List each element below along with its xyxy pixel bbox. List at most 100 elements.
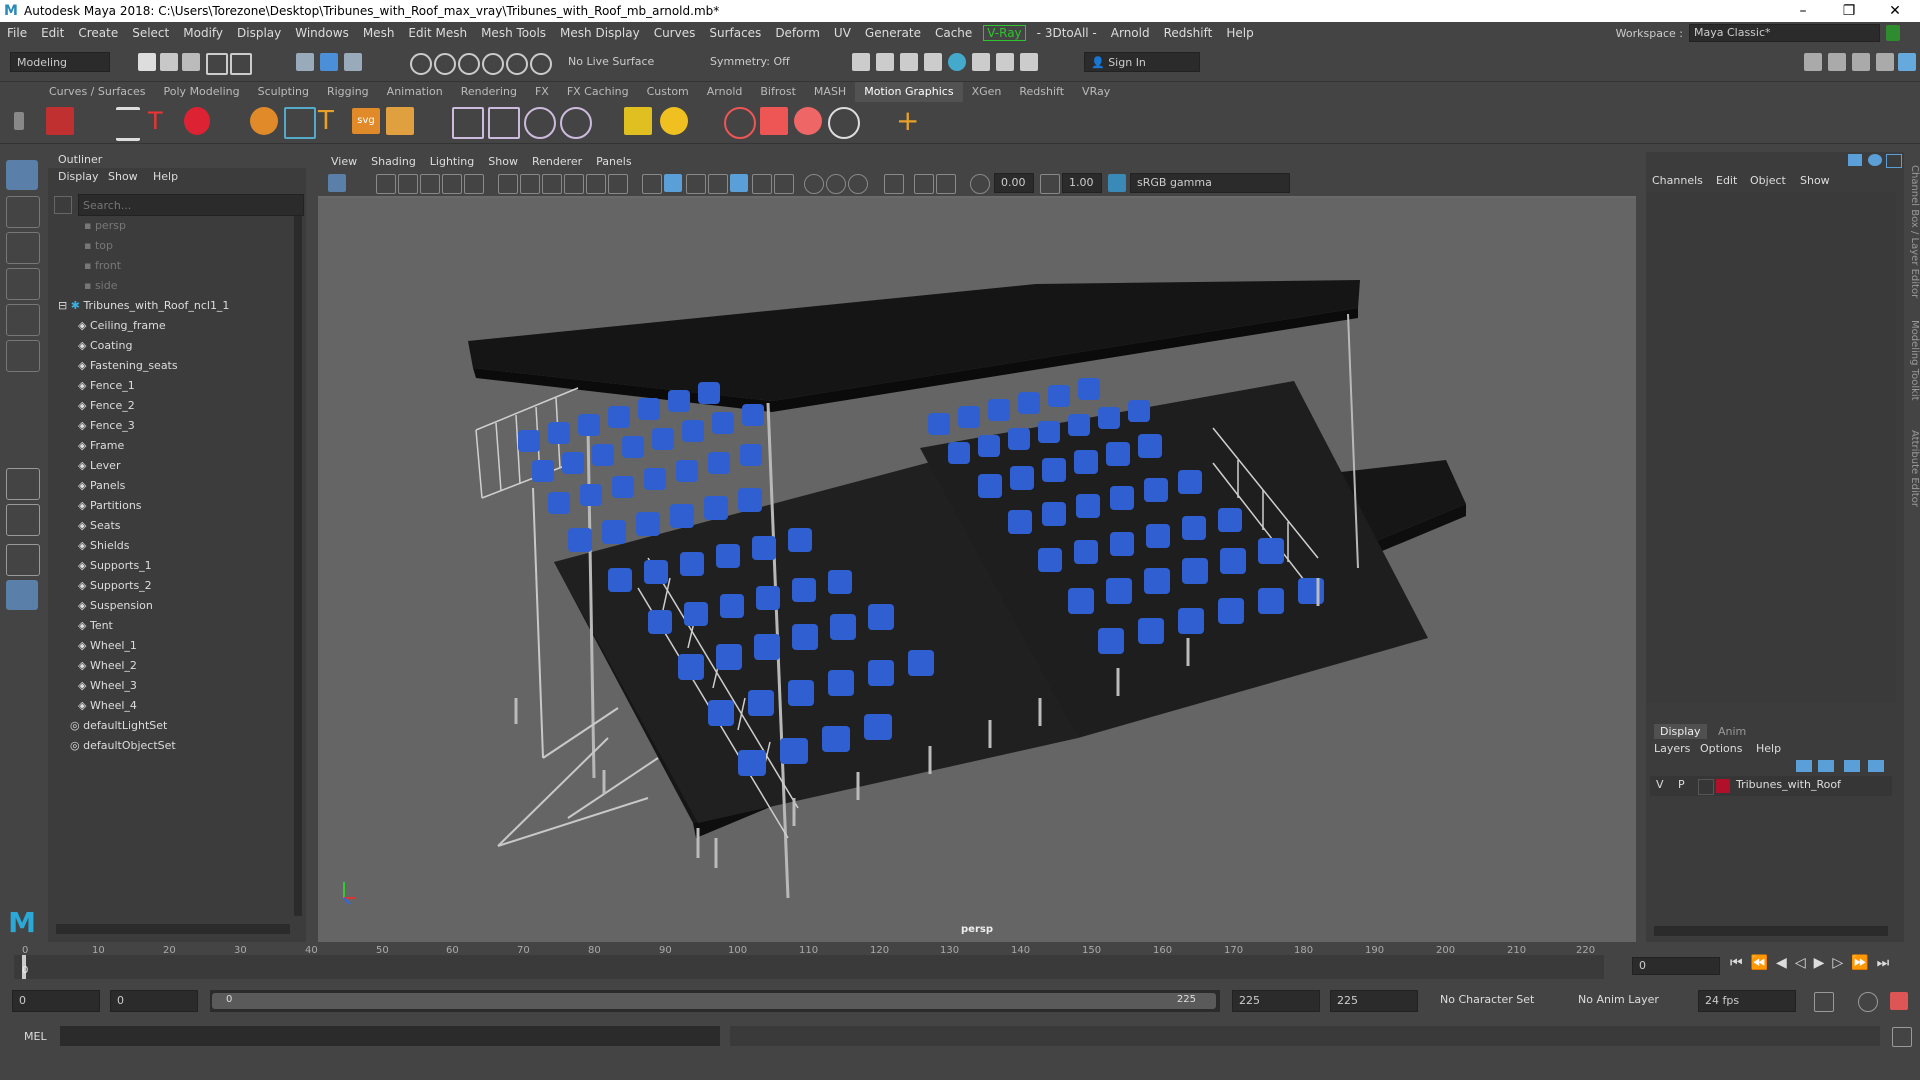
range-bar[interactable]: 0 225	[210, 990, 1220, 1012]
move-layer-up-icon[interactable]	[1796, 760, 1812, 772]
shelf-tab-bifrost[interactable]: Bifrost	[751, 82, 805, 102]
playback-end-field[interactable]: 225	[1232, 990, 1320, 1012]
select-component-icon[interactable]	[344, 53, 362, 71]
outliner-camera-top[interactable]: ▪ top	[48, 236, 324, 256]
vray-ipr-icon[interactable]	[996, 53, 1014, 71]
outliner-menu-help[interactable]: Help	[153, 170, 178, 183]
snap-grid-icon[interactable]	[410, 53, 432, 75]
snap-surface-icon[interactable]	[506, 53, 528, 75]
save-scene-icon[interactable]	[182, 53, 200, 71]
menu-arnold[interactable]: Arnold	[1104, 26, 1157, 40]
layer-menu-help[interactable]: Help	[1756, 742, 1781, 755]
isolate-select-icon[interactable]	[848, 174, 868, 194]
list-item[interactable]: ◈ Fence_2	[48, 396, 318, 416]
start-time-field[interactable]: 0	[12, 990, 100, 1012]
explode-icon[interactable]	[828, 107, 860, 139]
gamma-icon[interactable]	[1040, 174, 1060, 194]
outliner-camera-persp[interactable]: ▪ persp	[48, 216, 324, 236]
list-item[interactable]: ◈ Frame	[48, 436, 318, 456]
side-tab-modeling-toolkit[interactable]: Modeling Toolkit	[1904, 320, 1920, 420]
menu-redshift[interactable]: Redshift	[1157, 26, 1220, 40]
anim-layer-dropdown[interactable]: No Anim Layer	[1578, 993, 1659, 1006]
viewport-3d-canvas[interactable]: persp	[318, 198, 1636, 942]
help-icon[interactable]	[1868, 154, 1882, 166]
go-to-start-icon[interactable]: ⏮	[1730, 955, 1751, 971]
colorspace-dropdown[interactable]: sRGB gamma	[1130, 173, 1290, 193]
close-button[interactable]: ✕	[1872, 0, 1918, 22]
field-chart-icon[interactable]	[586, 174, 606, 194]
collapse-icon[interactable]: ⊟	[58, 299, 71, 312]
viewport-menu-show[interactable]: Show	[481, 155, 525, 168]
mel-label[interactable]: MEL	[24, 1030, 47, 1043]
expand-icon[interactable]	[1886, 154, 1902, 168]
resolution-gate-icon[interactable]	[542, 174, 562, 194]
render-view-icon[interactable]	[852, 53, 870, 71]
shelf-tab-mash[interactable]: MASH	[805, 82, 855, 102]
menu-surfaces[interactable]: Surfaces	[702, 26, 768, 40]
character-set-dropdown[interactable]: No Character Set	[1440, 993, 1534, 1006]
motion-blur-icon[interactable]	[884, 174, 904, 194]
snap-view-icon[interactable]	[482, 53, 504, 75]
new-scene-icon[interactable]	[138, 53, 156, 71]
viewport-menu-renderer[interactable]: Renderer	[525, 155, 589, 168]
channel-menu-edit[interactable]: Edit	[1716, 174, 1737, 187]
list-item[interactable]: ◈ Wheel_2	[48, 656, 318, 676]
layer-visibility-toggle[interactable]: V	[1656, 778, 1664, 791]
open-scene-icon[interactable]	[160, 53, 178, 71]
list-item[interactable]: ◈ Coating	[48, 336, 318, 356]
depth-of-field-icon[interactable]	[936, 174, 956, 194]
auto-key-icon[interactable]	[1858, 992, 1878, 1012]
rotate-tool-icon[interactable]	[6, 304, 40, 336]
snap-point-icon[interactable]	[458, 53, 480, 75]
film-gate-icon[interactable]	[520, 174, 540, 194]
shelf-tab-rigging[interactable]: Rigging	[318, 82, 378, 102]
shelf-tab-custom[interactable]: Custom	[638, 82, 698, 102]
new-layer-icon[interactable]	[1844, 760, 1860, 772]
list-item[interactable]: ◈ Shields	[48, 536, 318, 556]
xray-icon[interactable]	[804, 174, 824, 194]
lock-icon[interactable]	[1886, 25, 1900, 41]
single-view-icon[interactable]	[6, 468, 40, 500]
list-item[interactable]: ◈ Partitions	[48, 496, 318, 516]
exposure-field[interactable]: 0.00	[994, 173, 1034, 193]
dynamics-icon[interactable]	[794, 107, 822, 135]
shelf-tab-poly[interactable]: Poly Modeling	[155, 82, 249, 102]
snap-vertex-icon[interactable]	[530, 53, 552, 75]
tool-settings-icon[interactable]	[1852, 53, 1870, 71]
command-input[interactable]	[60, 1026, 720, 1046]
menu-generate[interactable]: Generate	[858, 26, 928, 40]
snap-curve-icon[interactable]	[434, 53, 456, 75]
list-item[interactable]: ◈ Supports_2	[48, 576, 318, 596]
viewport-menu-shading[interactable]: Shading	[364, 155, 423, 168]
mash-network-icon[interactable]	[46, 107, 74, 135]
menu-file[interactable]: File	[0, 26, 34, 40]
list-item[interactable]: ◈ Panels	[48, 476, 318, 496]
side-tab-attribute-editor[interactable]: Attribute Editor	[1904, 430, 1920, 530]
select-tool-icon[interactable]	[6, 160, 38, 190]
list-item[interactable]: ◈ Fastening_seats	[48, 356, 318, 376]
light-icon[interactable]	[660, 107, 688, 135]
move-tool-icon[interactable]	[6, 268, 40, 300]
layer-color-swatch[interactable]	[1716, 779, 1730, 793]
hypershade-icon[interactable]	[948, 53, 966, 71]
paint-select-tool-icon[interactable]	[6, 232, 40, 264]
list-item[interactable]: ◈ Seats	[48, 516, 318, 536]
two-view-icon[interactable]	[6, 544, 40, 576]
select-camera-icon[interactable]	[328, 174, 346, 192]
side-tab-channel-box[interactable]: Channel Box / Layer Editor	[1904, 165, 1920, 315]
sphere-icon[interactable]	[250, 107, 278, 135]
menu-create[interactable]: Create	[71, 26, 125, 40]
menu-select[interactable]: Select	[125, 26, 176, 40]
menu-help[interactable]: Help	[1219, 26, 1260, 40]
menu-mesh[interactable]: Mesh	[356, 26, 402, 40]
menu-mesh-tools[interactable]: Mesh Tools	[474, 26, 553, 40]
safe-action-icon[interactable]	[608, 174, 628, 194]
sign-in-dropdown[interactable]: 👤 Sign In	[1084, 52, 1200, 72]
list-item[interactable]: ◈ Wheel_1	[48, 636, 318, 656]
multisample-icon[interactable]	[914, 174, 934, 194]
emitter-icon[interactable]	[760, 107, 788, 135]
two-d-pan-icon[interactable]	[442, 174, 462, 194]
shadows-icon[interactable]	[752, 174, 772, 194]
modeling-toolkit-icon[interactable]	[1804, 53, 1822, 71]
shelf-tab-curves[interactable]: Curves / Surfaces	[40, 82, 155, 102]
